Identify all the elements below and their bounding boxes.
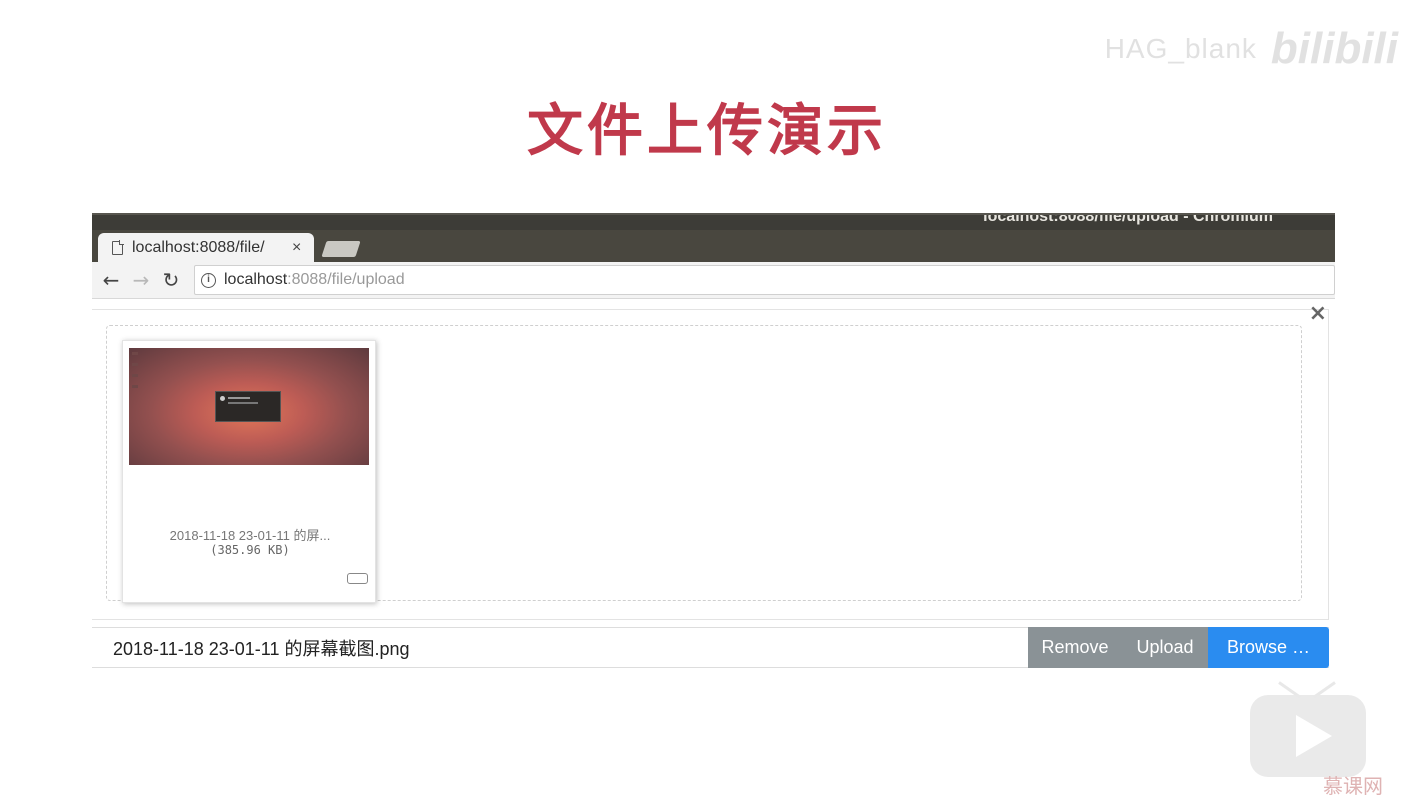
- zoom-preview-button[interactable]: [347, 573, 368, 584]
- bilibili-logo: bilibili: [1270, 24, 1398, 73]
- tab-strip: localhost:8088/file/ ×: [92, 230, 1335, 262]
- file-input-bar: 2018-11-18 23-01-11 的屏幕截图.png Remove Upl…: [92, 627, 1329, 668]
- page-content: × 2018-11-18 23-01-11 的屏... (385.96 KB) …: [92, 299, 1335, 672]
- selected-filename[interactable]: 2018-11-18 23-01-11 的屏幕截图.png: [92, 635, 1028, 661]
- new-tab-button[interactable]: [321, 241, 361, 257]
- address-bar[interactable]: i localhost:8088/file/upload: [194, 265, 1335, 295]
- forward-arrow-icon[interactable]: →: [126, 268, 156, 292]
- info-icon[interactable]: i: [201, 272, 216, 288]
- tab-close-icon[interactable]: ×: [292, 239, 301, 257]
- preview-caption: 2018-11-18 23-01-11 的屏...: [169, 528, 331, 543]
- preview-file-size: (385.96 KB): [210, 543, 290, 557]
- browse-button[interactable]: Browse …: [1208, 627, 1329, 668]
- page-icon: [112, 239, 124, 255]
- url-host: localhost: [224, 271, 288, 288]
- slide-title: 文件上传演示: [527, 99, 887, 164]
- window-title: localhost:8088/file/upload - Chromium: [983, 213, 1273, 225]
- remove-button[interactable]: Remove: [1028, 627, 1122, 668]
- screenshot-dialog: [215, 391, 281, 422]
- file-drop-zone[interactable]: 2018-11-18 23-01-11 的屏... (385.96 KB): [106, 325, 1302, 603]
- window-titlebar: localhost:8088/file/upload - Chromium: [92, 213, 1335, 230]
- browser-window: localhost:8088/file/upload - Chromium lo…: [92, 213, 1335, 673]
- video-play-icon[interactable]: [1247, 681, 1367, 781]
- reload-icon[interactable]: ↻: [156, 268, 186, 292]
- back-arrow-icon[interactable]: ←: [96, 268, 126, 292]
- tab-upload-page[interactable]: localhost:8088/file/ ×: [98, 233, 314, 262]
- watermark-user: HAG_blank: [1104, 33, 1257, 64]
- tab-title: localhost:8088/file/: [132, 238, 265, 256]
- file-preview-thumbnail: 2018-11-18 23-01-11 的屏... (385.96 KB): [122, 340, 376, 603]
- browser-toolbar: ← → ↻ i localhost:8088/file/upload: [92, 262, 1335, 299]
- watermark: HAG_blank bilibili: [1105, 24, 1398, 74]
- preview-image: [129, 348, 369, 465]
- imooc-logo: 慕课网: [1323, 774, 1383, 798]
- close-preview-icon[interactable]: ×: [1309, 301, 1327, 326]
- upload-button[interactable]: Upload: [1122, 627, 1208, 668]
- url-path: :8088/file/upload: [287, 271, 405, 288]
